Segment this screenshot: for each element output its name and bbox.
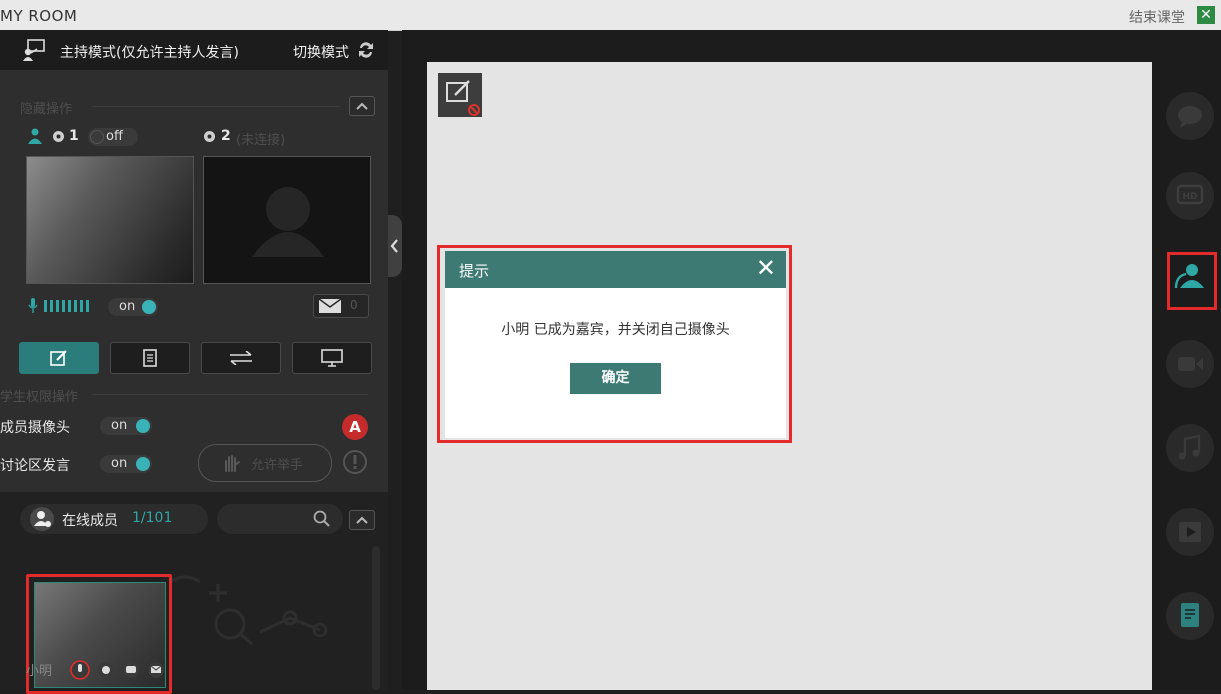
member-camera-label: 成员摄像头 [0,420,70,436]
edit-icon [50,350,67,366]
online-members-panel: 在线成员 1/101 小明 [0,492,388,694]
mail-icon [319,299,341,313]
microphone-icon [28,298,38,313]
svg-text:HD: HD [1182,192,1197,202]
toggle-knob [142,300,156,314]
toggle-knob [136,457,150,471]
seat-radio-icon[interactable] [203,130,216,143]
divider [92,394,368,395]
screen-share-button[interactable] [292,342,372,374]
whiteboard-edit-tool[interactable] [438,73,482,117]
badge-a: A [342,414,368,440]
mic-toggle-label: on [119,299,136,314]
host-mode-label: 主持模式(仅允许主持人发言) [60,45,239,61]
seat2-camera-view[interactable] [203,156,371,284]
discussion-toggle[interactable]: on [100,455,152,473]
allow-raise-hand-label: 允许举手 [251,458,304,473]
switch-mode-button[interactable]: 切换模式 [293,42,349,62]
message-button[interactable]: 0 [313,294,369,318]
seat2-number: 2 [221,128,231,144]
mail-small-icon[interactable] [147,661,165,679]
seat1-toggle[interactable]: off [88,128,138,146]
search-icon [313,510,330,527]
member-name-label: 小明 [26,664,53,679]
toggle-knob [136,419,150,433]
info-icon[interactable] [342,449,368,475]
raise-hand-icon [225,455,240,472]
notes-icon[interactable] [1166,592,1214,640]
play-icon[interactable] [1166,508,1214,556]
whiteboard-tool-button[interactable] [19,342,99,374]
switch-arrows-icon[interactable] [357,40,375,60]
host-presenter-icon [23,39,45,61]
host-mode-bar: 主持模式(仅允许主持人发言) 切换模式 [0,30,388,70]
dialog-close-button[interactable]: ✕ [756,254,776,282]
monitor-icon [321,349,343,367]
chevron-left-icon [390,239,398,253]
music-icon[interactable] [1166,424,1214,472]
member-search-input[interactable] [217,504,343,534]
message-count: 0 [350,298,358,312]
online-members-header: 在线成员 1/101 [20,504,208,534]
mic-off-icon[interactable] [70,660,90,680]
divider [92,106,340,107]
hd-icon[interactable]: HD [1166,172,1214,220]
dialog-title: 提示 [459,262,490,280]
collapse-members-button[interactable] [349,510,375,530]
members-icon [30,507,54,531]
swap-arrows-icon [230,351,252,365]
alert-dialog: 提示 ✕ 小明 已成为嘉宾，并关闭自己摄像头 确定 [445,251,786,438]
online-members-label: 在线成员 [62,513,118,529]
user-icon [28,128,42,144]
dialog-message: 小明 已成为嘉宾，并关闭自己摄像头 [501,322,730,338]
document-icon [143,349,157,367]
camera-dot-icon[interactable] [97,661,115,679]
app-title: MY ROOM [0,7,78,25]
toggle-knob [90,130,104,144]
video-camera-icon[interactable] [1166,340,1214,388]
mic-toggle[interactable]: on [108,298,158,316]
dialog-ok-button[interactable]: 确定 [570,363,661,394]
end-class-button[interactable]: 结束课堂 [1129,7,1185,27]
chevron-up-icon [356,516,368,524]
seat1-number: 1 [69,128,79,144]
user-placeholder-icon [252,187,324,257]
document-tool-button[interactable] [110,342,190,374]
collapse-hidden-ops-button[interactable] [349,96,375,116]
chat-bubble-icon[interactable] [122,661,140,679]
left-panel: 主持模式(仅允许主持人发言) 切换模式 隐藏操作 1 off 2 (未连接) o… [0,30,388,694]
edit-disabled-icon [446,80,480,116]
swap-tool-button[interactable] [201,342,281,374]
decorative-graphic-icon [170,575,328,646]
seat-radio-icon[interactable] [52,130,65,143]
members-scrollbar[interactable] [372,546,380,690]
member-camera-toggle[interactable]: on [100,417,152,435]
discussion-toggle-label: on [111,456,128,471]
seat2-status: (未连接) [236,133,286,148]
collapse-left-panel-tab[interactable] [388,215,402,277]
seat1-camera-view[interactable] [26,156,194,284]
online-members-count: 1/101 [132,510,173,526]
hidden-ops-title: 隐藏操作 [20,102,73,117]
discussion-label: 讨论区发言 [0,458,70,474]
allow-raise-hand-button[interactable]: 允许举手 [198,444,332,482]
chat-icon[interactable] [1166,92,1214,140]
volume-meter-icon [44,300,89,312]
chevron-up-icon [356,102,368,110]
seat1-toggle-label: off [106,129,123,144]
title-bar: MY ROOM 结束课堂 ✕ [0,0,1221,31]
sidebar-highlight [1167,252,1217,310]
member-camera-toggle-label: on [111,418,128,433]
dialog-header: 提示 ✕ [445,251,786,288]
close-window-button[interactable]: ✕ [1197,6,1215,24]
student-ops-title: 学生权限操作 [0,390,79,405]
